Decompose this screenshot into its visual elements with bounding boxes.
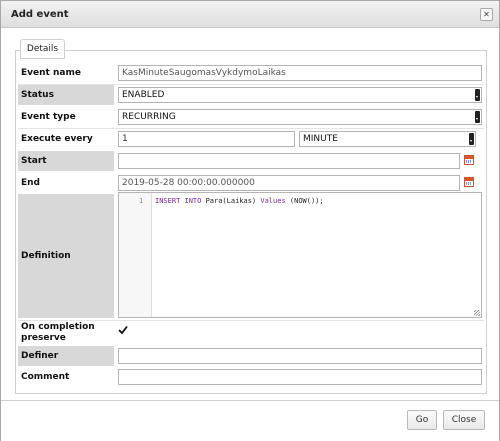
go-button[interactable]: Go [407,410,437,430]
line-number: 1 [139,197,144,205]
event-name-input[interactable]: KasMinuteSaugomasVykdymoLaikas [118,65,482,81]
resize-handle[interactable] [474,310,480,316]
event-type-select[interactable]: RECURRING [118,109,482,125]
execute-every-unit-select[interactable]: MINUTE [299,131,476,147]
definition-label: Definition [18,194,114,318]
on-completion-label: On completion preserve [18,321,114,345]
add-event-dialog: Add event ✕ Details Event name KasMinute… [0,0,500,441]
calendar-icon[interactable] [464,177,474,187]
definition-code[interactable]: INSERT INTO Para(Laikas) Values (NOW()); [155,197,324,205]
definition-editor[interactable]: 1 INSERT INTO Para(Laikas) Values (NOW()… [118,192,482,318]
comment-label: Comment [21,372,70,382]
comment-input[interactable] [118,369,482,385]
dialog-titlebar[interactable]: Add event ✕ [1,1,499,28]
status-select-value: ENABLED [122,90,165,100]
status-select[interactable]: ENABLED [118,87,482,103]
start-input[interactable] [118,153,460,169]
event-name-label: Event name [21,68,81,78]
execute-every-input[interactable]: 1 [118,131,295,147]
event-type-label: Event type [21,112,76,122]
status-label: Status [18,85,114,105]
execute-every-label: Execute every [21,134,93,144]
definer-input[interactable] [118,348,482,364]
dialog-footer: Go Close [1,400,499,441]
end-label: End [21,178,40,188]
event-type-select-value: RECURRING [122,112,176,122]
definer-label: Definer [18,346,114,366]
on-completion-label-line2: preserve [21,333,66,343]
calendar-icon[interactable] [464,155,474,165]
code-keyword: Values [260,197,286,205]
editor-gutter: 1 [119,193,152,317]
chevron-down-icon [475,111,480,123]
close-button[interactable]: Close [443,410,485,430]
close-icon[interactable]: ✕ [480,8,493,21]
on-completion-label-line1: On completion [21,322,95,332]
code-keyword: INSERT INTO [155,197,202,205]
start-label: Start [18,151,114,171]
dialog-title: Add event [11,9,69,20]
chevron-down-icon [475,89,480,101]
execute-every-unit-value: MINUTE [303,134,338,144]
tab-details[interactable]: Details [20,39,65,59]
chevron-down-icon [469,133,474,145]
end-input[interactable]: 2019-05-28 00:00:00.000000 [118,175,460,191]
code-text: (NOW()); [285,197,324,205]
code-text: Para(Laikas) [201,197,261,205]
on-completion-checkbox[interactable] [118,325,128,335]
